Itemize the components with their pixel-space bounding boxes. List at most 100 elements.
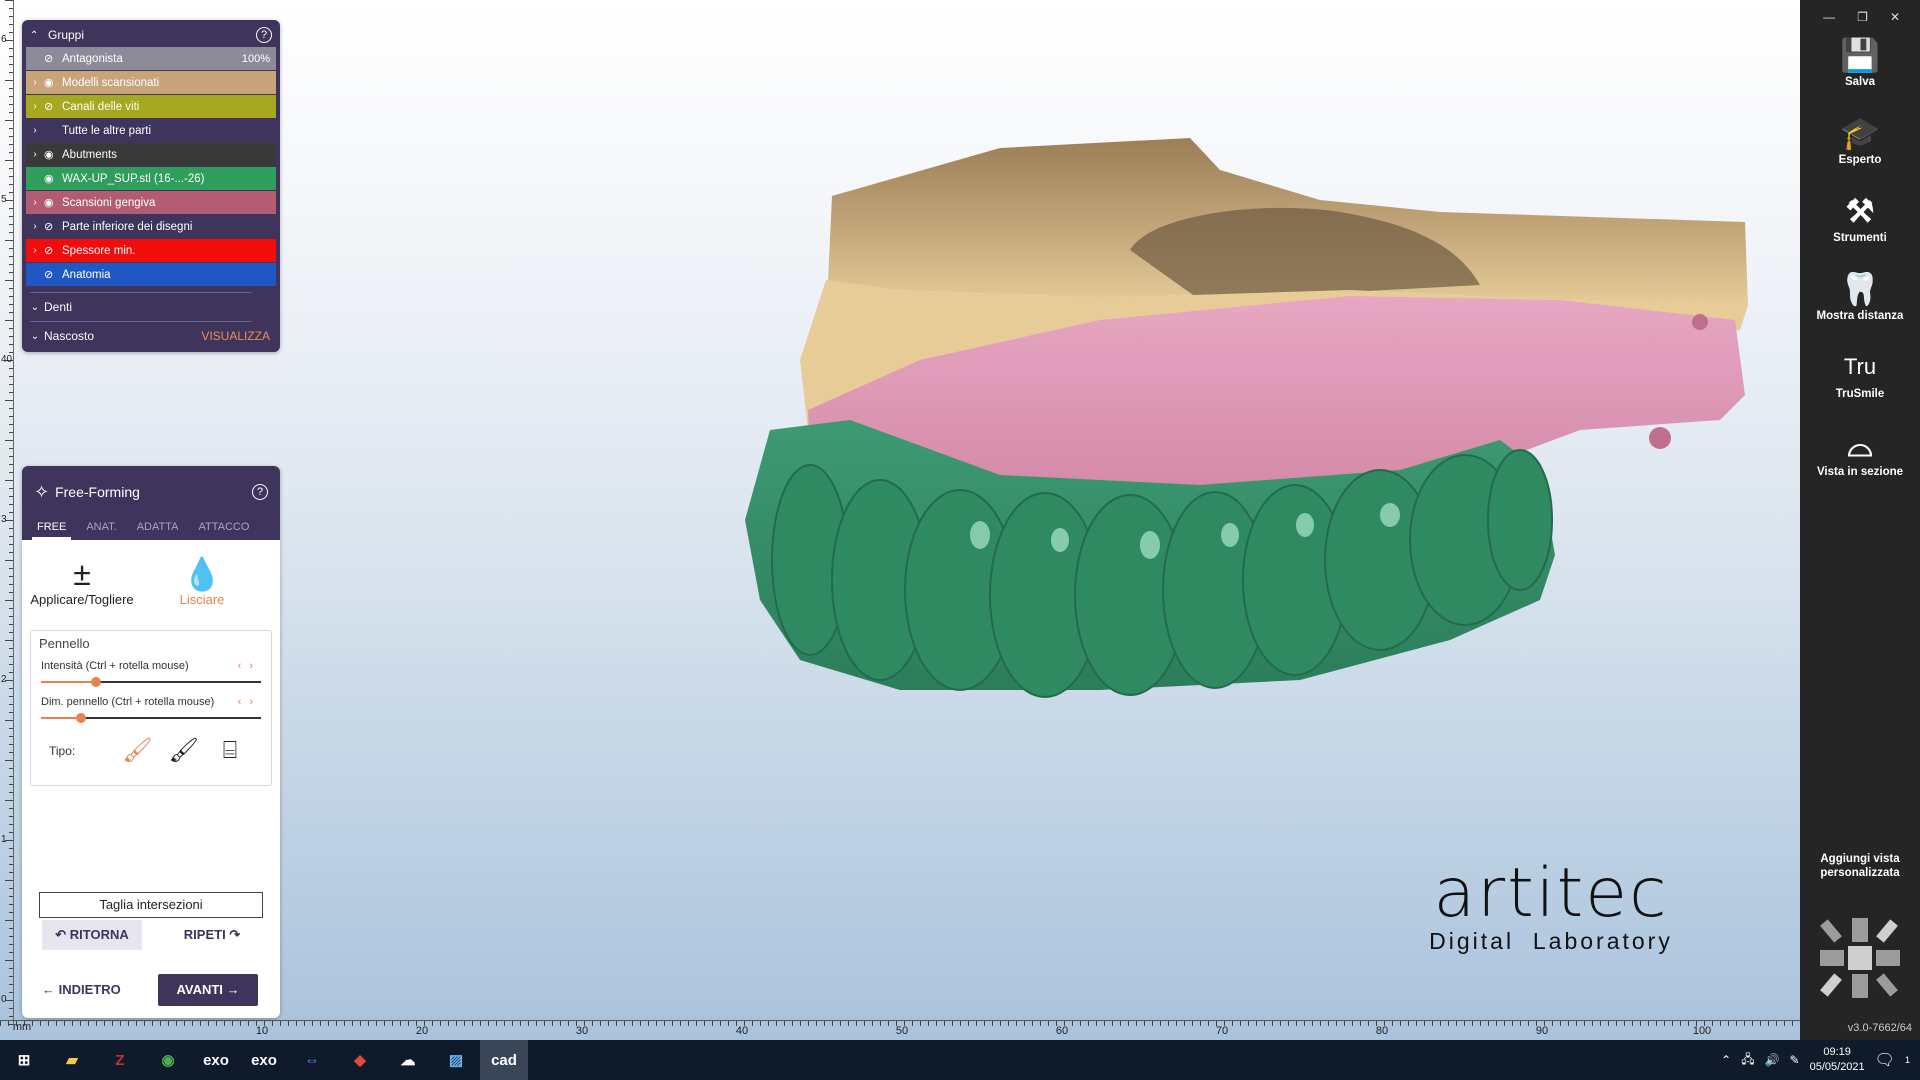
eye-icon[interactable]: ◉ <box>44 148 62 161</box>
cut-intersections-button[interactable]: Taglia intersezioni <box>39 892 263 918</box>
eye-off-icon[interactable]: ⊘ <box>44 52 62 65</box>
tab-free[interactable]: FREE <box>32 518 72 540</box>
ruler-tick <box>9 1008 13 1009</box>
cylinder-icon[interactable]: ⌸ <box>207 737 253 765</box>
help-icon[interactable]: ? <box>252 484 268 500</box>
ruler-tick <box>9 272 13 273</box>
brush-box: Pennello Intensità (Ctrl + rotella mouse… <box>30 630 272 786</box>
ruler-tick <box>9 488 13 489</box>
group-row[interactable]: › ⊘ Parte inferiore dei disegni <box>26 215 276 238</box>
taskbar-app-exo-2[interactable]: exo <box>240 1040 288 1080</box>
brush-icon[interactable]: 🖌 <box>161 736 207 765</box>
section-view-button[interactable]: ⌓ Vista in sezione <box>1800 424 1920 502</box>
group-row[interactable]: › ⊘ Spessore min. <box>26 239 276 262</box>
redo-button[interactable]: RIPETI ↷ <box>162 920 262 950</box>
tab-attacco[interactable]: ATTACCO <box>193 518 254 540</box>
smooth-tool[interactable]: 💧 Lisciare <box>142 556 262 622</box>
eye-icon[interactable]: ◉ <box>44 172 62 185</box>
close-icon[interactable]: ✕ <box>1890 10 1900 24</box>
ruler-tick <box>560 1021 561 1026</box>
trusmile-button[interactable]: Tru TruSmile <box>1800 346 1920 424</box>
ruler-tick <box>672 1021 673 1026</box>
photos-icon[interactable]: ▨ <box>432 1040 480 1080</box>
ruler-tick <box>9 824 13 825</box>
save-button[interactable]: 💾 Salva <box>1800 34 1920 112</box>
group-denti[interactable]: ⌄ Denti <box>22 293 280 321</box>
slider-knob[interactable] <box>91 677 101 687</box>
chevron-right-icon[interactable]: › <box>26 149 44 160</box>
ruler-tick <box>1616 1021 1617 1026</box>
minimize-icon[interactable]: — <box>1823 10 1835 24</box>
chevron-right-icon[interactable]: › <box>26 77 44 88</box>
show-distance-button[interactable]: 🦷 Mostra distanza <box>1800 268 1920 346</box>
ruler-tick <box>9 768 13 769</box>
notifications-icon[interactable]: 🗨 <box>1875 1050 1895 1070</box>
expert-button[interactable]: 🎓 Esperto <box>1800 112 1920 190</box>
teeth-app-icon[interactable]: ☁ <box>384 1040 432 1080</box>
chevron-right-icon[interactable]: › <box>26 101 44 112</box>
clock[interactable]: 09:19 05/05/2021 <box>1810 1045 1865 1075</box>
next-button[interactable]: AVANTI → <box>158 974 258 1006</box>
visualizza-button[interactable]: VISUALIZZA <box>201 329 270 343</box>
undo-button[interactable]: ↶ RITORNA <box>42 920 142 950</box>
group-row[interactable]: ◉ WAX-UP_SUP.stl (16-...-26) <box>26 167 276 190</box>
group-row[interactable]: ⊘ Anatomia <box>26 263 276 286</box>
brush-size-slider[interactable]: Dim. pennello (Ctrl + rotella mouse) ‹› <box>31 692 271 728</box>
ruler-tick <box>1160 1021 1161 1026</box>
eye-off-icon[interactable]: ⊘ <box>44 244 62 257</box>
anydesk-icon[interactable]: ◆ <box>336 1040 384 1080</box>
group-row[interactable]: ⊘ Antagonista 100% <box>26 47 276 70</box>
slider-track[interactable] <box>41 713 261 723</box>
ruler-tick <box>9 504 13 505</box>
arrow-left-right-icon[interactable]: ‹› <box>238 696 261 708</box>
help-icon[interactable]: ? <box>256 27 272 43</box>
ruler-tick <box>9 224 13 225</box>
chevron-right-icon[interactable]: › <box>26 125 44 136</box>
ruler-tick <box>5 560 13 561</box>
group-row[interactable]: › ⊘ Canali delle viti <box>26 95 276 118</box>
tab-adatta[interactable]: ADATTA <box>132 518 184 540</box>
arrow-left-icon: ← <box>42 982 55 997</box>
arrow-left-right-icon[interactable]: ‹› <box>238 660 261 672</box>
eye-off-icon[interactable]: ⊘ <box>44 100 62 113</box>
slider-track[interactable] <box>41 677 261 687</box>
tools-button[interactable]: ⚒ Strumenti <box>1800 190 1920 268</box>
back-button[interactable]: ← INDIETRO <box>42 974 121 1006</box>
restore-icon[interactable]: ❐ <box>1857 10 1868 24</box>
chrome-icon[interactable]: ◉ <box>144 1040 192 1080</box>
eye-icon[interactable]: ◉ <box>44 196 62 209</box>
group-row[interactable]: › ◉ Abutments <box>26 143 276 166</box>
chevron-right-icon[interactable]: › <box>26 197 44 208</box>
eye-icon[interactable]: ◉ <box>44 76 62 89</box>
group-row[interactable]: › ◉ Modelli scansionati <box>26 71 276 94</box>
tab-anat[interactable]: ANAT. <box>81 518 121 540</box>
ruler-tick <box>9 288 13 289</box>
eye-off-icon[interactable]: ⊘ <box>44 220 62 233</box>
ruler-tick <box>120 1021 121 1026</box>
group-row[interactable]: › Tutte le altre parti <box>26 119 276 142</box>
paint-brush-icon[interactable]: 🖌 <box>114 736 160 765</box>
pen-icon[interactable]: ✎ <box>1790 1053 1800 1067</box>
intensity-slider[interactable]: Intensità (Ctrl + rotella mouse) ‹› <box>31 656 271 692</box>
start-icon[interactable]: ⊞ <box>0 1040 48 1080</box>
file-explorer-icon[interactable]: ▰ <box>48 1040 96 1080</box>
ruler-tick <box>9 304 13 305</box>
chevron-right-icon[interactable]: › <box>26 245 44 256</box>
filezilla-icon[interactable]: Z <box>96 1040 144 1080</box>
group-nascosto[interactable]: ⌄ Nascosto VISUALIZZA <box>22 322 280 350</box>
network-icon[interactable]: 🖧 <box>1741 1050 1754 1071</box>
ruler-tick <box>5 320 13 321</box>
slider-knob[interactable] <box>75 713 86 723</box>
groups-header[interactable]: ⌃ Gruppi ? <box>22 24 280 46</box>
taskbar-app-exo[interactable]: exo <box>192 1040 240 1080</box>
chevron-up-icon[interactable]: ⌃ <box>1721 1053 1731 1067</box>
chevron-right-icon[interactable]: › <box>26 221 44 232</box>
eye-off-icon[interactable]: ⊘ <box>44 268 62 281</box>
volume-icon[interactable]: 🔊 <box>1765 1053 1780 1067</box>
taskbar-app-cad[interactable]: cad <box>480 1040 528 1080</box>
group-row[interactable]: › ◉ Scansioni gengiva <box>26 191 276 214</box>
teamviewer-icon[interactable]: ⇔ <box>288 1040 336 1080</box>
apply-remove-tool[interactable]: ± Applicare/Togliere <box>22 556 142 622</box>
add-custom-view-button[interactable]: Aggiungi vista personalizzata <box>1800 852 1920 880</box>
view-cube-icon[interactable] <box>1812 910 1908 1006</box>
